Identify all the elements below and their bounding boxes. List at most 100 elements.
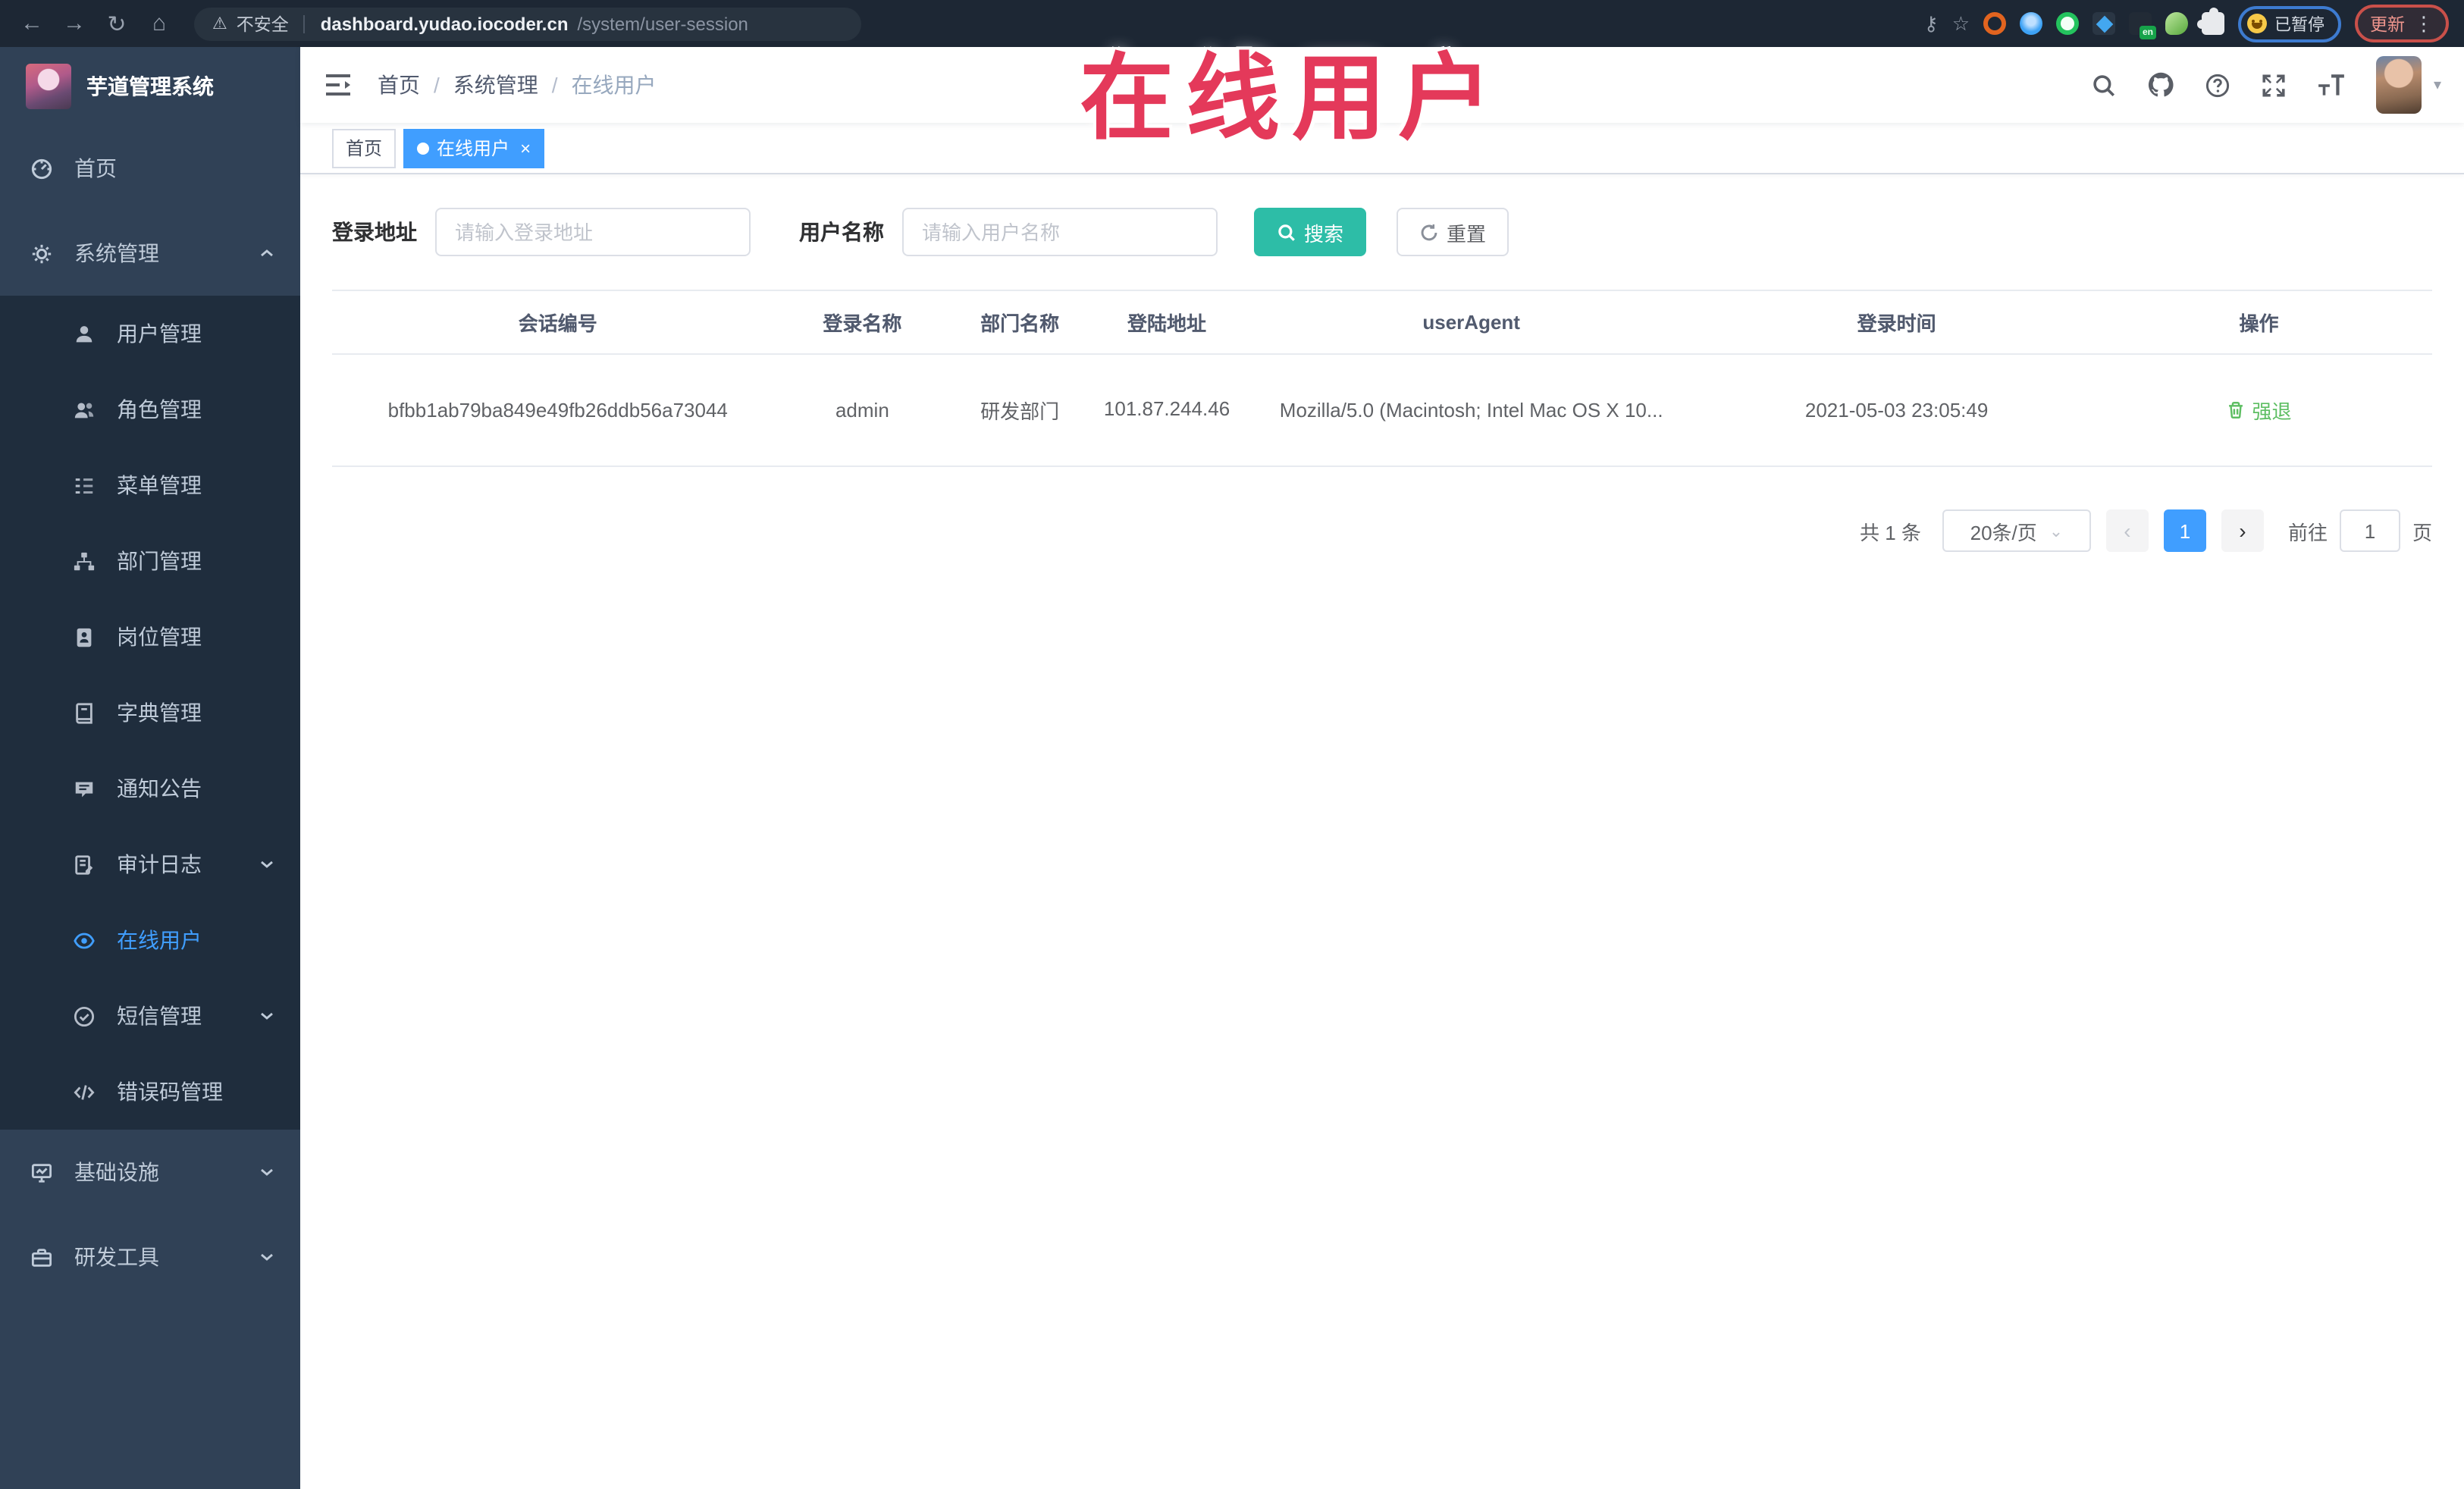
sidebar-item-sms-mgmt[interactable]: 短信管理 [0,978,300,1054]
sidebar-item-online-users[interactable]: 在线用户 [0,902,300,978]
main-column: 首页 / 系统管理 / 在线用户 ▾ 首页 在线用户 × 登录地址 请输入登录地… [300,47,2464,1489]
sidebar-item-label: 系统管理 [74,241,159,265]
menu-list-icon [75,478,93,493]
sidebar-item-error-code[interactable]: 错误码管理 [0,1054,300,1130]
browser-menu-kebab-icon[interactable]: ⋮ [2414,11,2434,36]
sidebar-item-label: 错误码管理 [117,1080,223,1104]
user-avatar-menu[interactable]: ▾ [2375,56,2441,114]
sidebar-item-infrastructure[interactable]: 基础设施 [0,1130,300,1215]
paused-label: 已暂停 [2274,16,2324,34]
update-label: 更新 [2370,16,2405,34]
page-unit-label: 页 [2412,521,2432,544]
col-actions: 操作 [2085,290,2432,355]
next-page-button[interactable]: › [2221,509,2264,552]
extensions-puzzle-icon[interactable] [2197,8,2224,35]
toolbox-icon [31,1248,52,1266]
sidebar-item-notice[interactable]: 通知公告 [0,751,300,826]
sidebar-item-menu-mgmt[interactable]: 菜单管理 [0,447,300,523]
top-navbar: 首页 / 系统管理 / 在线用户 ▾ [300,47,2464,123]
caret-down-icon: ▾ [2433,77,2441,93]
sidebar-item-label: 在线用户 [117,928,202,952]
sidebar-item-post-mgmt[interactable]: 岗位管理 [0,599,300,675]
sidebar-item-home[interactable]: 首页 [0,126,300,211]
sidebar-collapse-icon[interactable] [323,70,353,100]
prev-page-button[interactable]: ‹ [2105,509,2149,552]
cell-session-id: bfbb1ab79ba849e49fb26ddb56a73044 [332,354,784,467]
help-icon[interactable] [2205,72,2230,98]
page-size-select[interactable]: 20条/页 ⌄ [1942,509,2091,552]
sidebar-item-role-mgmt[interactable]: 角色管理 [0,371,300,447]
dictionary-icon [76,702,92,723]
pagination-total: 共 1 条 [1860,521,1921,544]
navbar-actions: ▾ [2091,56,2441,114]
goto-page-input[interactable] [2339,509,2400,552]
security-label[interactable]: 不安全 [237,11,289,36]
login-address-input[interactable] [435,208,751,256]
tab-home[interactable]: 首页 [332,128,397,168]
sidebar-item-dev-tools[interactable]: 研发工具 [0,1215,300,1299]
extension-translate-icon[interactable]: en [2129,12,2156,39]
reset-button-label: 重置 [1447,222,1487,245]
breadcrumb-home[interactable]: 首页 [378,70,420,100]
sidebar-item-label: 首页 [74,156,117,180]
extension-ublock-icon[interactable] [1983,12,2006,35]
chevron-down-icon [261,1012,273,1020]
url-path: /system/user-session [577,13,748,34]
page-content: 登录地址 用户名称 搜索 重置 [300,174,2464,552]
screenshot-root: ← → ↻ ⌂ ⚠ 不安全 dashboard.yudao.iocoder.cn… [0,0,2464,1489]
chrome-update-button[interactable]: 更新 ⋮ [2355,5,2449,42]
sidebar-item-dict-mgmt[interactable]: 字典管理 [0,675,300,751]
sidebar-item-label: 审计日志 [117,852,202,876]
table-row: bfbb1ab79ba849e49fb26ddb56a73044 admin 研… [332,354,2432,467]
browser-forward-icon[interactable]: → [58,7,91,40]
address-bar[interactable]: ⚠ 不安全 dashboard.yudao.iocoder.cn/system/… [194,7,861,40]
page-size-value: 20条/页 [1970,521,2037,544]
browser-back-icon[interactable]: ← [15,7,49,40]
browser-home-icon[interactable]: ⌂ [143,7,176,40]
announcement-icon [75,781,93,797]
app-title: 芋道管理系统 [86,74,214,99]
login-address-label: 登录地址 [332,220,417,244]
extension-bulb-icon[interactable] [2020,12,2042,35]
close-icon[interactable]: × [520,137,531,158]
github-icon[interactable] [2147,71,2174,99]
extension-gem-icon[interactable] [2093,12,2115,35]
username-input[interactable] [902,208,1218,256]
browser-actions: ⚷ ☆ en 已暂停 更新 ⋮ [1924,5,2449,42]
sidebar-item-dept-mgmt[interactable]: 部门管理 [0,523,300,599]
dashboard-icon [31,158,52,179]
sidebar-logo-row[interactable]: 芋道管理系统 [0,47,300,126]
search-icon [1278,224,1295,240]
audit-log-icon [75,854,93,874]
search-icon[interactable] [2091,72,2117,98]
force-logout-button[interactable]: 强退 [2226,396,2291,425]
extension-leaf-icon[interactable] [2165,12,2188,35]
col-login-name: 登录名称 [783,290,942,355]
reset-button[interactable]: 重置 [1397,208,1509,256]
app-shell: 芋道管理系统 首页 系统管理 用户管理 角色管理 菜单管理 部门管理 岗位管理 … [0,47,2464,1489]
breadcrumb-system[interactable]: 系统管理 [453,70,538,100]
cell-login-name: admin [783,354,942,467]
breadcrumb-separator: / [434,73,440,97]
sidebar-item-system[interactable]: 系统管理 [0,211,300,296]
col-dept-name: 部门名称 [941,290,1099,355]
tab-online-users[interactable]: 在线用户 × [403,128,545,168]
sidebar-item-audit-log[interactable]: 审计日志 [0,826,300,902]
online-users-table: 会话编号 登录名称 部门名称 登陆地址 userAgent 登录时间 操作 bf… [332,290,2432,467]
profile-paused-chip[interactable]: 已暂停 [2238,5,2341,42]
system-submenu: 用户管理 角色管理 菜单管理 部门管理 岗位管理 字典管理 通知公告 审计日志 … [0,296,300,1130]
password-key-icon[interactable]: ⚷ [1924,11,1939,36]
translate-en-badge: en [2139,26,2156,39]
search-button[interactable]: 搜索 [1254,208,1367,256]
font-size-icon[interactable] [2317,72,2346,98]
chevron-down-icon [261,1253,273,1261]
fullscreen-icon[interactable] [2261,72,2287,98]
search-button-label: 搜索 [1304,222,1344,245]
col-login-ip: 登陆地址 [1099,290,1236,355]
bookmark-star-icon[interactable]: ☆ [1952,11,1970,36]
chevron-down-icon [261,1168,273,1176]
sidebar-item-user-mgmt[interactable]: 用户管理 [0,296,300,371]
extension-green-icon[interactable] [2056,12,2079,35]
browser-reload-icon[interactable]: ↻ [100,7,133,40]
page-number-1[interactable]: 1 [2163,509,2206,552]
